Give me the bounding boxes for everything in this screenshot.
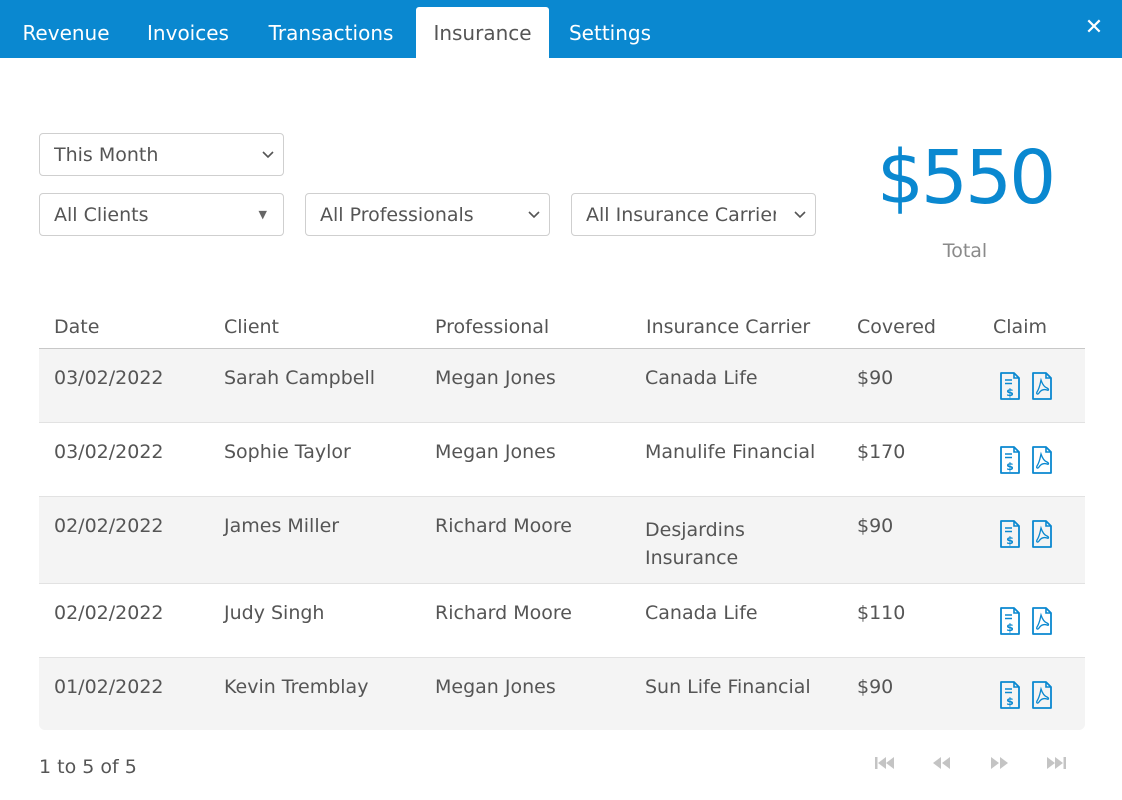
claim-actions: $ [999, 519, 1053, 549]
cell-professional: Megan Jones [435, 441, 556, 463]
table-row: 03/02/2022 Sarah Campbell Megan Jones Canad… [39, 349, 1085, 423]
pdf-icon[interactable] [1031, 680, 1053, 710]
period-select[interactable]: This Month [39, 133, 284, 176]
invoice-icon[interactable]: $ [999, 371, 1021, 401]
cell-date: 01/02/2022 [54, 676, 164, 698]
carrier-select[interactable]: All Insurance Carriers [571, 193, 816, 236]
table-body: 03/02/2022 Sarah Campbell Megan Jones Canad… [39, 349, 1085, 730]
carrier-select-value: All Insurance Carriers [586, 204, 776, 226]
cell-covered: $90 [857, 367, 894, 389]
tab-settings[interactable]: Settings [556, 7, 664, 58]
header-claim: Claim [993, 316, 1047, 338]
cell-insurance-carrier: Sun Life Financial [645, 676, 811, 698]
cell-date: 02/02/2022 [54, 602, 164, 624]
tab-invoices[interactable]: Invoices [134, 7, 242, 58]
cell-covered: $90 [857, 515, 894, 537]
cell-professional: Richard Moore [435, 515, 572, 537]
claim-actions: $ [999, 371, 1053, 401]
cell-client: Judy Singh [224, 602, 325, 624]
total-amount: $550 [876, 135, 1056, 221]
close-icon[interactable]: ✕ [1084, 14, 1104, 42]
cell-date: 02/02/2022 [54, 515, 164, 537]
cell-covered: $90 [857, 676, 894, 698]
table-row: 02/02/2022 James Miller Richard Moore Desja… [39, 497, 1085, 584]
cell-professional: Megan Jones [435, 676, 556, 698]
table-row: 02/02/2022 Judy Singh Richard Moore Canada … [39, 584, 1085, 658]
invoice-icon[interactable]: $ [999, 445, 1021, 475]
invoice-icon[interactable]: $ [999, 606, 1021, 636]
invoice-icon[interactable]: $ [999, 519, 1021, 549]
table-row: 03/02/2022 Sophie Taylor Megan Jones Manuli… [39, 423, 1085, 497]
table-row: 01/02/2022 Kevin Tremblay Megan Jones Sun L… [39, 658, 1085, 730]
header-insurance-carrier[interactable]: Insurance Carrier [646, 316, 810, 338]
invoice-icon[interactable]: $ [999, 680, 1021, 710]
tab-bar: Revenue Invoices Transactions Insurance … [0, 0, 1122, 58]
previous-page-icon[interactable] [927, 752, 957, 774]
table-header: Date Client Professional Insurance Carri… [39, 310, 1085, 349]
cell-date: 03/02/2022 [54, 441, 164, 463]
total-label: Total [942, 240, 988, 262]
cell-insurance-carrier: Manulife Financial [645, 441, 816, 463]
header-date[interactable]: Date [54, 316, 99, 338]
pdf-icon[interactable] [1031, 371, 1053, 401]
pdf-icon[interactable] [1031, 519, 1053, 549]
cell-insurance-carrier: Desjardins Insurance [645, 519, 745, 569]
claim-actions: $ [999, 680, 1053, 710]
svg-text:$: $ [1006, 695, 1014, 708]
last-page-icon[interactable] [1041, 752, 1071, 774]
claim-actions: $ [999, 606, 1053, 636]
svg-text:$: $ [1006, 534, 1014, 547]
claim-actions: $ [999, 445, 1053, 475]
professional-select-value: All Professionals [320, 204, 474, 226]
cell-insurance-carrier: Canada Life [645, 367, 758, 389]
chevron-down-icon [262, 151, 274, 159]
cell-client: Sarah Campbell [224, 367, 376, 389]
client-select-value: All Clients [54, 204, 149, 226]
first-page-icon[interactable] [870, 752, 900, 774]
svg-text:$: $ [1006, 460, 1014, 473]
header-client[interactable]: Client [224, 316, 279, 338]
cell-insurance-carrier: Canada Life [645, 602, 758, 624]
tab-transactions[interactable]: Transactions [254, 7, 408, 58]
cell-professional: Megan Jones [435, 367, 556, 389]
client-select[interactable]: All Clients ▼ [39, 193, 284, 236]
cell-professional: Richard Moore [435, 602, 572, 624]
chevron-down-icon [528, 211, 540, 219]
cell-covered: $170 [857, 441, 906, 463]
cell-client: Kevin Tremblay [224, 676, 369, 698]
svg-text:$: $ [1006, 386, 1014, 399]
tab-insurance[interactable]: Insurance [416, 7, 549, 58]
cell-date: 03/02/2022 [54, 367, 164, 389]
svg-text:$: $ [1006, 621, 1014, 634]
professional-select[interactable]: All Professionals [305, 193, 550, 236]
chevron-down-icon [794, 211, 806, 219]
next-page-icon[interactable] [984, 752, 1014, 774]
header-covered[interactable]: Covered [857, 316, 936, 338]
caret-down-icon: ▼ [258, 208, 267, 221]
tab-revenue[interactable]: Revenue [6, 7, 126, 58]
cell-covered: $110 [857, 602, 906, 624]
pdf-icon[interactable] [1031, 606, 1053, 636]
header-professional[interactable]: Professional [435, 316, 549, 338]
cell-client: James Miller [224, 515, 340, 537]
pagination-summary: 1 to 5 of 5 [39, 756, 137, 778]
pdf-icon[interactable] [1031, 445, 1053, 475]
period-select-value: This Month [54, 144, 159, 166]
cell-client: Sophie Taylor [224, 441, 351, 463]
